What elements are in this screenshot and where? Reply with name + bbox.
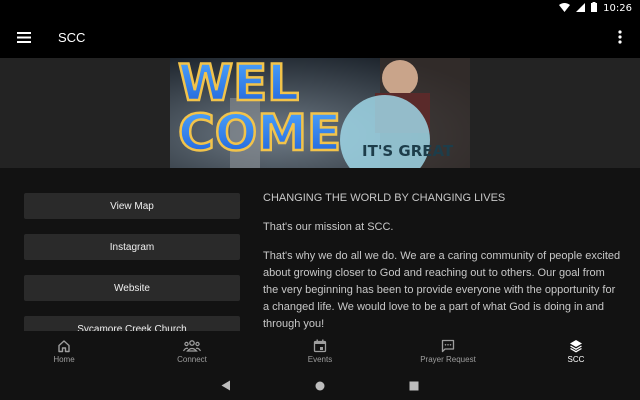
status-time: 10:26 — [603, 2, 632, 14]
recents-button[interactable] — [402, 374, 426, 398]
nav-events[interactable]: Events — [256, 331, 384, 371]
nav-connect[interactable]: Connect — [128, 331, 256, 371]
people-icon — [183, 339, 201, 352]
nav-events-label: Events — [307, 354, 333, 364]
instagram-button[interactable]: Instagram — [24, 234, 240, 260]
home-icon — [58, 339, 70, 352]
website-button[interactable]: Website — [24, 275, 240, 301]
calendar-icon — [313, 339, 327, 352]
nav-connect-label: Connect — [177, 354, 207, 364]
hamburger-icon — [17, 31, 31, 43]
welcome-banner-image: WEL COME IT'S GREAT — [170, 58, 470, 168]
recents-square-icon — [409, 381, 419, 390]
nav-scc-label: SCC — [567, 354, 585, 364]
home-circle-icon — [315, 381, 325, 390]
sycamore-creek-church-button[interactable]: Sycamore Creek Church — [24, 316, 240, 331]
menu-button[interactable] — [0, 16, 48, 58]
main-content: View Map Instagram Website Sycamore Cree… — [0, 168, 640, 331]
mission-heading: CHANGING THE WORLD BY CHANGING LIVES — [263, 192, 506, 204]
overflow-menu-button[interactable] — [608, 16, 632, 58]
mission-paragraph-1: That's our mission at SCC. — [263, 221, 394, 233]
nav-prayer-request[interactable]: Prayer Request — [384, 331, 512, 371]
layers-icon — [570, 339, 582, 352]
welcome-text-line2: COME — [178, 104, 341, 162]
nav-home-label: Home — [53, 354, 75, 364]
status-bar: 10:26 — [0, 0, 640, 16]
back-triangle-icon — [221, 380, 230, 391]
nav-scc[interactable]: SCC — [512, 331, 640, 371]
app-bar: SCC — [0, 16, 640, 58]
nav-prayer-request-label: Prayer Request — [420, 354, 476, 364]
back-button[interactable] — [214, 374, 238, 398]
home-system-button[interactable] — [308, 374, 332, 398]
wifi-icon — [559, 0, 571, 17]
bottom-navigation: Home Connect Events Prayer Request SCC — [0, 331, 640, 371]
link-buttons: View Map Instagram Website Sycamore Cree… — [24, 193, 240, 331]
more-vert-icon — [618, 30, 622, 44]
mission-text: CHANGING THE WORLD BY CHANGING LIVES Tha… — [263, 190, 623, 331]
signal-icon — [576, 0, 586, 17]
view-map-button[interactable]: View Map — [24, 193, 240, 219]
nav-home[interactable]: Home — [0, 331, 128, 371]
hero-badge-text: IT'S GREAT — [362, 142, 454, 160]
mission-paragraph-2: That's why we do all we do. We are a car… — [263, 250, 621, 330]
hero-banner: WEL COME IT'S GREAT — [0, 58, 640, 168]
page-title: SCC — [58, 29, 86, 45]
system-navigation-bar — [0, 371, 640, 400]
battery-icon — [591, 0, 598, 17]
chat-icon — [441, 339, 455, 352]
